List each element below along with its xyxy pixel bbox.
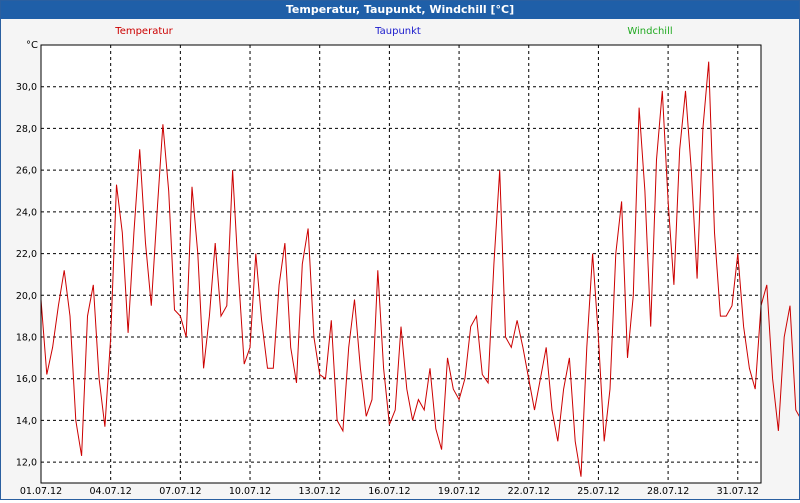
x-tick-label: 31.07.12 xyxy=(717,486,759,497)
y-tick-label: 16,0 xyxy=(16,374,37,385)
y-tick-label: 30,0 xyxy=(16,82,37,93)
legend-item-windchill: Windchill xyxy=(627,26,672,37)
y-tick-label: 18,0 xyxy=(16,333,37,344)
x-tick-labels: 01.07.12 04.07.12 07.07.12 10.07.12 13.07.12… xyxy=(20,486,759,497)
y-tick-label: 26,0 xyxy=(16,166,37,177)
x-tick-label: 16.07.12 xyxy=(368,486,410,497)
x-tick-label: 25.07.12 xyxy=(577,486,619,497)
x-tick-label: 10.07.12 xyxy=(229,486,271,497)
legend: Temperatur Taupunkt Windchill xyxy=(114,26,672,37)
x-tick-label: 13.07.12 xyxy=(299,486,341,497)
line-chart: °C 12,0 14,0 16,0 18,0 20,0 22,0 24,0 26,0 28,0 3… xyxy=(16,26,800,497)
y-tick-label: 20,0 xyxy=(16,291,37,302)
legend-item-taupunkt: Taupunkt xyxy=(374,26,421,37)
window-title: Temperatur, Taupunkt, Windchill [°C] xyxy=(1,1,799,19)
y-tick-label: 28,0 xyxy=(16,124,37,135)
chart-window: Temperatur, Taupunkt, Windchill [°C] °C … xyxy=(0,0,800,500)
y-tick-label: 12,0 xyxy=(16,458,37,469)
x-tick-label: 19.07.12 xyxy=(438,486,480,497)
y-tick-label: 22,0 xyxy=(16,249,37,260)
x-tick-label: 04.07.12 xyxy=(90,486,132,497)
y-tick-label: 14,0 xyxy=(16,416,37,427)
y-tick-labels: 12,0 14,0 16,0 18,0 20,0 22,0 24,0 26,0 28,0 30,0 xyxy=(16,82,37,468)
legend-item-temperatur: Temperatur xyxy=(114,26,173,37)
x-tick-label: 07.07.12 xyxy=(159,486,201,497)
chart-area: °C 12,0 14,0 16,0 18,0 20,0 22,0 24,0 26,0 28,0 3… xyxy=(1,19,800,503)
x-tick-label: 22.07.12 xyxy=(508,486,550,497)
y-axis-label: °C xyxy=(26,40,38,51)
x-tick-label: 28.07.12 xyxy=(647,486,689,497)
x-tick-label: 01.07.12 xyxy=(20,486,62,497)
y-tick-label: 24,0 xyxy=(16,207,37,218)
